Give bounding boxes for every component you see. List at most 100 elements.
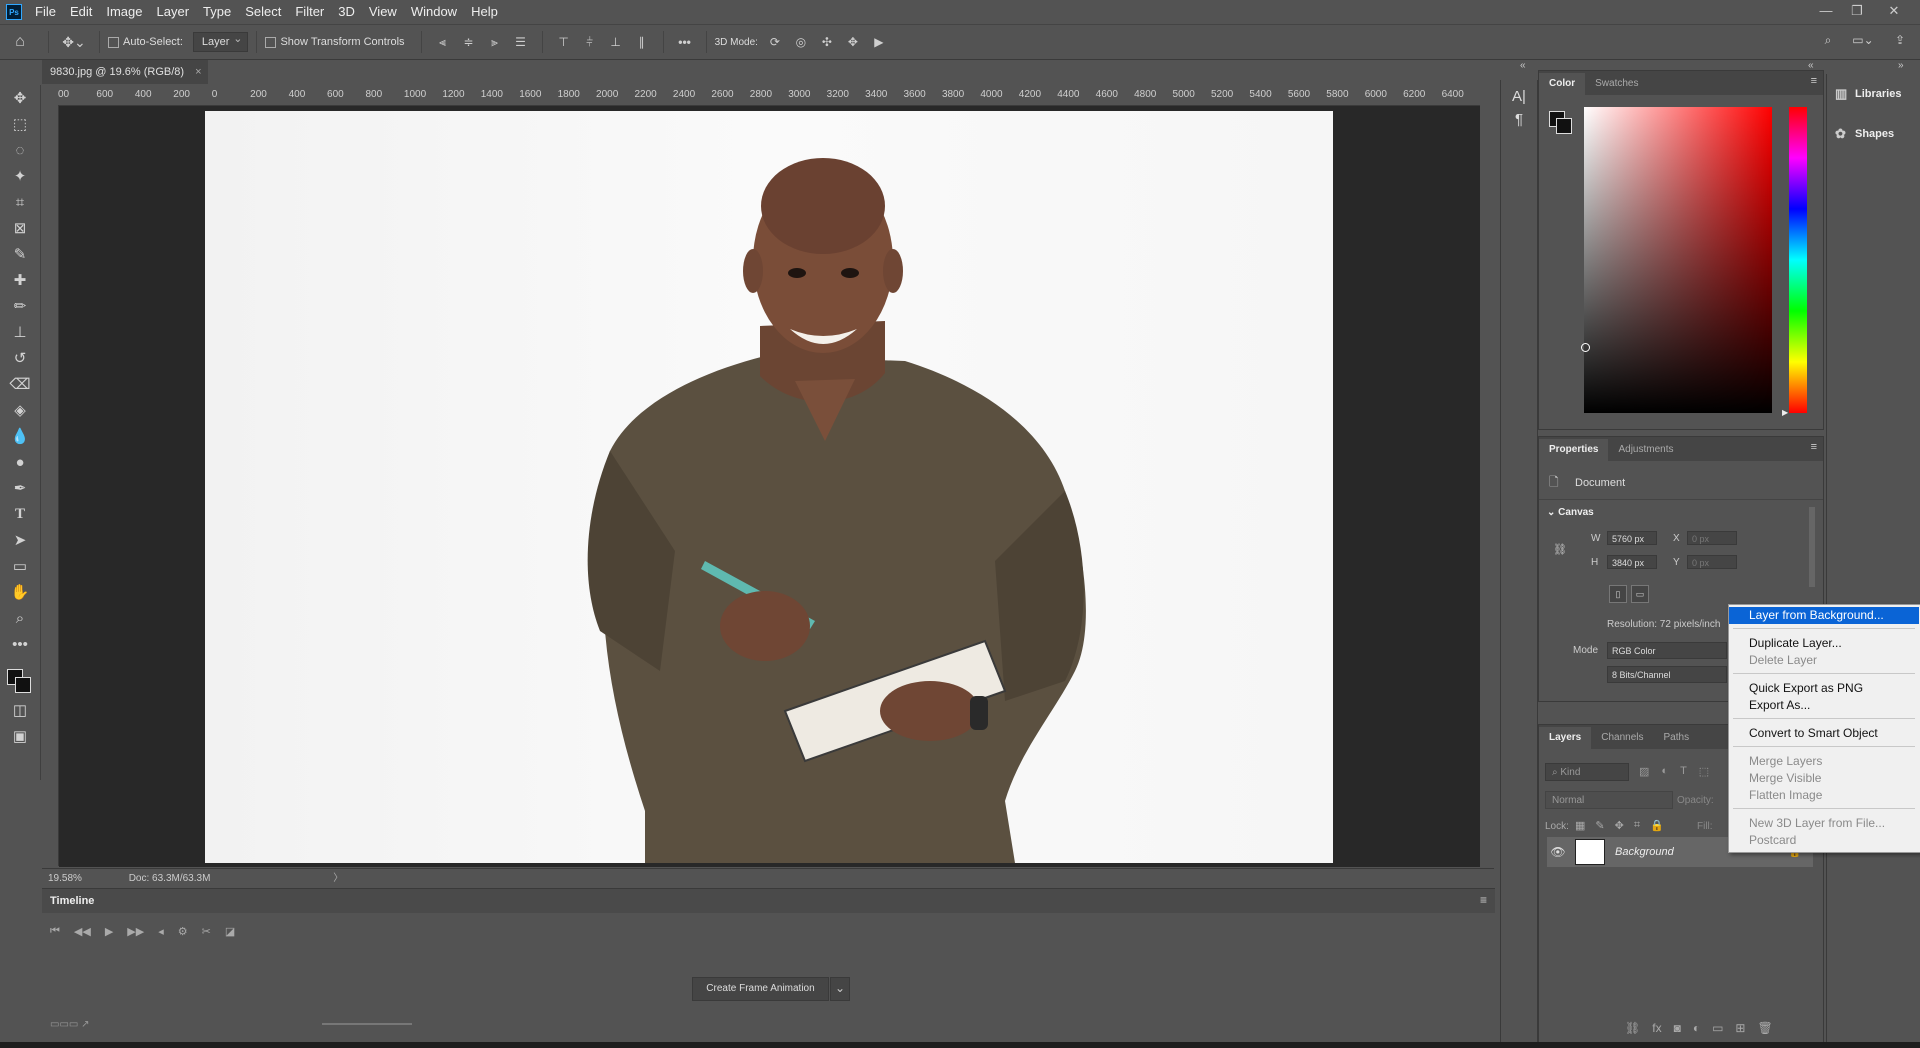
properties-scrollbar[interactable] <box>1809 507 1815 587</box>
menu-window[interactable]: Window <box>404 0 464 24</box>
align-bottom-icon[interactable]: ⊥ <box>603 35 629 49</box>
menu-item-layer-from-background[interactable]: Layer from Background... <box>1729 607 1919 624</box>
type-tool-icon[interactable]: T <box>0 501 40 527</box>
menu-3d[interactable]: 3D <box>331 0 362 24</box>
y-input[interactable]: 0 px <box>1687 555 1737 569</box>
canvas-section-header[interactable]: ⌄ Canvas <box>1547 507 1594 518</box>
adjustment-layer-icon[interactable]: ◐ <box>1693 1021 1700 1035</box>
brush-tool-icon[interactable]: ✏ <box>0 293 40 319</box>
minimize-icon[interactable]: — <box>1812 0 1840 24</box>
tab-color[interactable]: Color <box>1539 73 1586 95</box>
screen-mode-icon[interactable]: ▣ <box>0 723 40 749</box>
paint-bucket-tool-icon[interactable]: ◈ <box>0 397 40 423</box>
align-middle-icon[interactable]: ⫩ <box>577 35 603 50</box>
first-frame-icon[interactable]: ⏮ <box>50 925 60 938</box>
link-icon[interactable]: ⛓ <box>1553 543 1567 556</box>
zoom-level[interactable]: 19.58% <box>48 873 82 884</box>
panel-menu-icon[interactable]: ≡ <box>1811 441 1817 453</box>
hand-tool-icon[interactable]: ✋ <box>0 579 40 605</box>
eyedropper-tool-icon[interactable]: ✎ <box>0 241 40 267</box>
layer-name[interactable]: Background <box>1615 846 1674 858</box>
distribute-icon[interactable]: ☰ <box>508 35 534 49</box>
show-transform-checkbox[interactable] <box>265 36 277 48</box>
menu-item-export-as[interactable]: Export As... <box>1729 697 1919 714</box>
tab-channels[interactable]: Channels <box>1591 727 1653 749</box>
audio-icon[interactable]: ◂ <box>158 925 164 938</box>
filter-type-icon[interactable]: T <box>1680 765 1687 778</box>
menu-type[interactable]: Type <box>196 0 238 24</box>
blur-tool-icon[interactable]: 💧 <box>0 423 40 449</box>
new-layer-icon[interactable]: ⊞ <box>1735 1021 1745 1035</box>
tab-layers[interactable]: Layers <box>1539 727 1592 749</box>
add-mask-icon[interactable]: ◙ <box>1674 1021 1681 1035</box>
filter-pixel-icon[interactable]: ▨ <box>1639 765 1649 778</box>
pen-tool-icon[interactable]: ✒ <box>0 475 40 501</box>
split-icon[interactable]: ✂ <box>202 925 211 938</box>
edit-toolbar-icon[interactable]: ••• <box>0 631 40 657</box>
timeline-zoom-slider[interactable] <box>322 1023 412 1025</box>
height-input[interactable]: 3840 px <box>1607 555 1657 569</box>
lock-all-icon[interactable]: 🔒 <box>1650 819 1664 832</box>
align-right-icon[interactable]: ⫸ <box>482 35 508 50</box>
rectangle-tool-icon[interactable]: ▭ <box>0 553 40 579</box>
quick-mask-icon[interactable]: ◫ <box>0 697 40 723</box>
menu-view[interactable]: View <box>362 0 404 24</box>
delete-layer-icon[interactable]: 🗑 <box>1757 1021 1772 1035</box>
landscape-orientation-icon[interactable]: ▭ <box>1631 585 1649 603</box>
menu-item-delete-layer[interactable]: Delete Layer <box>1729 652 1919 669</box>
photoshop-logo[interactable]: Ps <box>6 4 22 20</box>
share-icon[interactable]: ⇪ <box>1890 33 1910 47</box>
eraser-tool-icon[interactable]: ⌫ <box>0 371 40 397</box>
x-input[interactable]: 0 px <box>1687 531 1737 545</box>
tab-adjustments[interactable]: Adjustments <box>1608 439 1683 461</box>
hue-slider[interactable] <box>1789 107 1807 413</box>
next-frame-icon[interactable]: ▶▶ <box>127 925 144 938</box>
lock-artboard-icon[interactable]: ⌗ <box>1634 819 1640 832</box>
mode-dropdown[interactable]: RGB Color <box>1607 642 1727 659</box>
menu-image[interactable]: Image <box>99 0 149 24</box>
filter-shape-icon[interactable]: ⬚ <box>1699 765 1709 778</box>
timeline-menu-icon[interactable]: ≡ <box>1480 893 1487 907</box>
lock-pixels-icon[interactable]: ▦ <box>1575 819 1585 832</box>
expand-libraries-icon[interactable]: » <box>1898 60 1904 71</box>
tab-properties[interactable]: Properties <box>1539 439 1609 461</box>
character-panel-icon[interactable]: A| <box>1501 88 1537 105</box>
portrait-orientation-icon[interactable]: ▯ <box>1609 585 1627 603</box>
bit-depth-dropdown[interactable]: 8 Bits/Channel <box>1607 666 1727 683</box>
document-tab[interactable]: 9830.jpg @ 19.6% (RGB/8) × <box>42 60 208 84</box>
close-tab-icon[interactable]: × <box>195 66 201 78</box>
dodge-tool-icon[interactable]: ● <box>0 449 40 475</box>
menu-layer[interactable]: Layer <box>150 0 197 24</box>
settings-icon[interactable]: ⚙ <box>178 925 188 938</box>
libraries-button[interactable]: ▥ Libraries <box>1827 74 1920 114</box>
new-group-icon[interactable]: ▭ <box>1712 1021 1723 1035</box>
align-center-icon[interactable]: ≑ <box>456 35 482 49</box>
path-selection-tool-icon[interactable]: ➤ <box>0 527 40 553</box>
color-picker-field[interactable] <box>1584 107 1772 413</box>
align-left-icon[interactable]: ⫷ <box>430 35 456 50</box>
menu-item-convert-smart-object[interactable]: Convert to Smart Object <box>1729 725 1919 742</box>
tab-paths[interactable]: Paths <box>1654 727 1700 749</box>
menu-item-quick-export-png[interactable]: Quick Export as PNG <box>1729 680 1919 697</box>
pan-3d-icon[interactable]: ✣ <box>814 35 840 49</box>
shapes-button[interactable]: ✿ Shapes <box>1827 114 1920 154</box>
status-menu-arrow-icon[interactable]: 〉 <box>333 873 343 884</box>
panel-menu-icon[interactable]: ≡ <box>1811 75 1817 87</box>
menu-item-duplicate-layer[interactable]: Duplicate Layer... <box>1729 635 1919 652</box>
lock-paint-icon[interactable]: ✎ <box>1595 819 1604 832</box>
history-brush-tool-icon[interactable]: ↺ <box>0 345 40 371</box>
healing-brush-tool-icon[interactable]: ✚ <box>0 267 40 293</box>
doc-size-info[interactable]: Doc: 63.3M/63.3M <box>129 873 211 884</box>
create-frame-animation-button[interactable]: Create Frame Animation <box>692 977 829 1001</box>
width-input[interactable]: 5760 px <box>1607 531 1657 545</box>
timeline-title[interactable]: Timeline <box>42 889 1495 913</box>
crop-tool-icon[interactable]: ⌗ <box>0 189 40 215</box>
blend-mode-dropdown[interactable]: Normal <box>1545 791 1673 809</box>
scale-3d-icon[interactable]: ▶ <box>866 35 892 49</box>
visibility-eye-icon[interactable]: 👁 <box>1547 845 1569 859</box>
transition-icon[interactable]: ◪ <box>225 925 235 938</box>
tab-swatches[interactable]: Swatches <box>1585 73 1648 95</box>
zoom-tool-icon[interactable]: ⌕ <box>0 605 40 631</box>
menu-item-postcard[interactable]: Postcard <box>1729 832 1919 849</box>
magic-wand-tool-icon[interactable]: ✦ <box>0 163 40 189</box>
